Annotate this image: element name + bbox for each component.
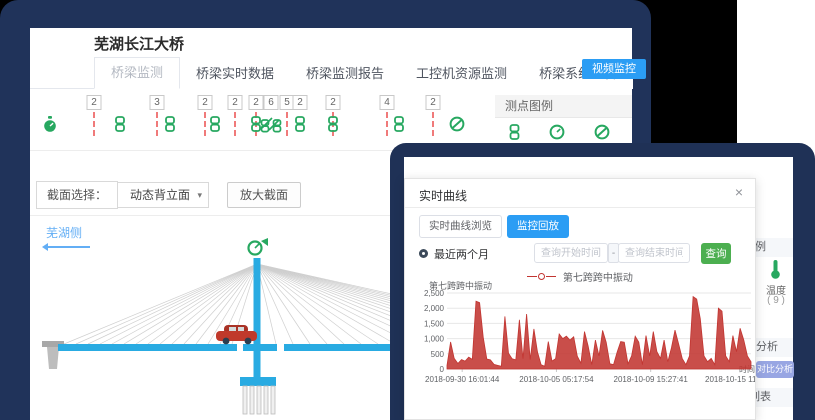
main-tab-bar: 桥梁监测桥梁实时数据桥梁监测报告工控机资源监测桥梁系统报警 [30,58,632,89]
page-title: 芜湖长江大桥 [94,33,184,54]
query-start-time-input[interactable] [534,243,608,263]
link-icon [509,124,520,145]
dialog-title: 实时曲线 [419,187,467,204]
chart-svg: 第七跨跨中振动05001,0001,5002,0002,5002018-09-3… [411,279,755,420]
chart-x-tick: 2018-10-15 11:03:41 [705,375,755,384]
main-tab-2[interactable]: 桥梁监测报告 [290,59,400,89]
chart-x-tick: 2018-10-05 05:17:54 [519,375,594,384]
chart-x-tick: 2018-09-30 16:01:44 [425,375,500,384]
query-end-time-input[interactable] [618,243,690,263]
chart-y-tick: 0 [440,365,445,374]
section-select-label: 截面选择： [36,181,118,209]
chevron-down-icon: ▾ [197,182,202,208]
dialog-tab-1[interactable]: 监控回放 [507,215,569,238]
divider [405,207,755,208]
legend-line-icon [546,276,556,277]
deck-joint [237,344,243,351]
thermometer-icon [769,258,782,285]
enlarge-section-button[interactable]: 放大截面 [227,182,301,208]
video-monitor-button[interactable]: 视频监控 [582,59,646,79]
dialog-tab-0[interactable]: 实时曲线浏览 [419,215,502,238]
ban-icon [594,124,610,145]
recent-two-months-label: 最近两个月 [434,246,489,262]
main-tab-3[interactable]: 工控机资源监测 [400,59,523,89]
legend-panel-icons [495,124,632,145]
chart-y-tick: 2,500 [424,289,445,298]
center-pier-piles [243,386,275,414]
recent-two-months-radio[interactable] [419,249,428,258]
main-tab-1[interactable]: 桥梁实时数据 [180,59,290,89]
realtime-curve-dialog: 实时曲线 × 实时曲线浏览监控回放 最近两个月 - 查询 第七跨跨中振动 第七跨… [404,178,756,420]
main-tab-0[interactable]: 桥梁监测 [94,57,180,89]
query-button[interactable]: 查询 [701,243,731,264]
chart-y-tick: 1,000 [424,335,445,344]
vibration-chart: 第七跨跨中振动05001,0001,5002,0002,5002018-09-3… [411,279,755,420]
section-select-value: 动态背立面 [130,182,190,208]
section-select[interactable]: 动态背立面 ▾ [117,182,209,208]
dialog-tab-bar: 实时曲线浏览监控回放 [419,215,569,238]
tower-sensor-icon [249,238,269,255]
compare-button[interactable]: 对比分析 [756,361,794,378]
section-toolbar: 截面选择： 动态背立面 ▾ 放大截面 [36,181,301,209]
chart-y-tick: 500 [431,350,445,359]
legend-line-icon [527,276,537,277]
background-window [737,0,815,160]
chart-y-tick: 1,500 [424,319,445,328]
bridge-tower [254,258,261,386]
chart-y-tick: 2,000 [424,304,445,313]
gauge-icon [549,124,565,145]
chart-x-tick: 2018-10-09 15:27:41 [614,375,689,384]
deck-joint [277,344,284,351]
desktop: 芜湖长江大桥 桥梁监测桥梁实时数据桥梁监测报告工控机资源监测桥梁系统报警 视频监… [0,0,815,420]
car [216,325,257,344]
temperature-count: ( 9 ) [758,295,794,306]
center-pier-cap [240,377,276,386]
close-icon[interactable]: × [735,184,743,200]
legend-panel-header: 测点图例 [495,95,632,118]
left-pier [47,347,59,369]
chart-series [447,297,751,369]
